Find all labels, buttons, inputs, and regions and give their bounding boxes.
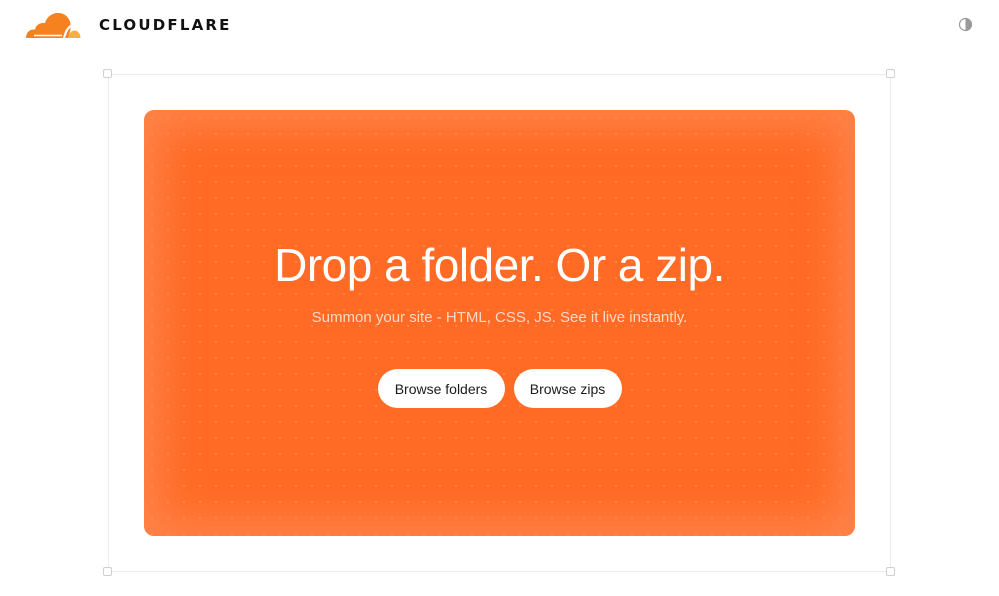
cloudflare-cloud-icon [26, 12, 81, 39]
resize-handle-top-right[interactable] [886, 69, 895, 78]
browse-folders-button[interactable]: Browse folders [377, 369, 505, 408]
half-circle-contrast-icon [958, 17, 973, 32]
drop-zone-title: Drop a folder. Or a zip. [274, 239, 725, 291]
resize-handle-top-left[interactable] [103, 69, 112, 78]
resize-handle-bottom-left[interactable] [103, 567, 112, 576]
browse-zips-button[interactable]: Browse zips [513, 369, 622, 408]
upload-drop-zone[interactable]: Drop a folder. Or a zip. Summon your sit… [144, 110, 855, 536]
brand-wordmark: CLOUDFLARE [99, 16, 232, 34]
resize-handle-bottom-right[interactable] [886, 567, 895, 576]
top-bar: CLOUDFLARE [0, 0, 999, 50]
cloudflare-logo[interactable]: CLOUDFLARE [24, 11, 232, 39]
theme-toggle-button[interactable] [958, 17, 973, 32]
browse-button-group: Browse folders Browse zips [144, 369, 855, 408]
drop-zone-subtitle: Summon your site - HTML, CSS, JS. See it… [311, 309, 688, 326]
page: CLOUDFLARE Drop a folder. Or a zip. Summ… [0, 0, 999, 596]
